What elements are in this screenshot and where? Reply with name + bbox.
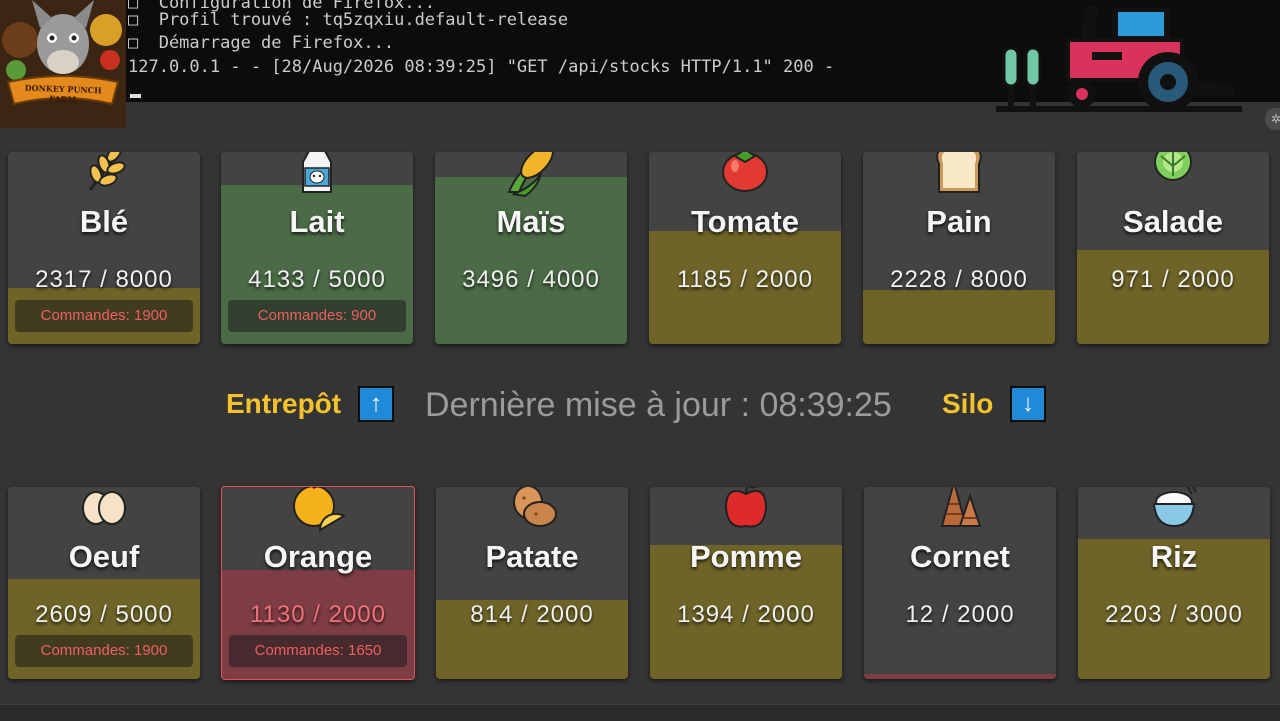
stock-card-ble[interactable]: Blé 2317 / 8000 Commandes: 1900	[8, 152, 200, 344]
egg-icon	[82, 491, 126, 525]
stock-quantity: 2317 / 8000	[35, 266, 173, 293]
bottom-bar	[0, 704, 1280, 721]
stock-quantity: 12 / 2000	[905, 601, 1015, 628]
stock-quantity: 3496 / 4000	[462, 266, 600, 293]
product-name: Cornet	[910, 539, 1010, 574]
bread-icon	[936, 152, 982, 193]
product-name: Pomme	[690, 539, 802, 574]
stock-card-patate[interactable]: Patate 814 / 2000	[436, 487, 628, 679]
stock-quantity: 1185 / 2000	[676, 266, 813, 293]
tomato-icon	[722, 152, 768, 192]
stock-level-bar	[435, 176, 627, 344]
stock-level-bar	[864, 674, 1056, 679]
donkey-logo-icon	[0, 0, 126, 128]
stock-quantity: 2228 / 8000	[890, 266, 1028, 293]
stock-card-lait[interactable]: Lait 4133 / 5000 Commandes: 900	[221, 152, 413, 344]
stock-card-salade[interactable]: Salade 971 / 2000	[1077, 152, 1269, 344]
orders-badge: Commandes: 1900	[15, 635, 193, 667]
apple-icon	[724, 487, 768, 528]
stock-card-tomate[interactable]: Tomate 1185 / 2000	[649, 152, 841, 344]
product-name: Riz	[1150, 539, 1198, 574]
stock-card-orange[interactable]: Orange 1130 / 2000 Commandes: 1650	[221, 486, 415, 680]
stock-quantity: 2203 / 3000	[1105, 601, 1243, 628]
product-name: Oeuf	[68, 539, 140, 574]
terminal-line: □ Profil trouvé : tq5zqxiu.default-relea…	[128, 10, 569, 30]
product-name: Salade	[1123, 204, 1223, 239]
stock-card-cornet[interactable]: Cornet 12 / 2000	[864, 487, 1056, 679]
orders-badge: Commandes: 900	[228, 300, 406, 332]
stock-quantity: 2609 / 5000	[35, 601, 173, 628]
corn-icon	[507, 152, 554, 198]
stock-card-pain[interactable]: Pain 2228 / 8000	[863, 152, 1055, 344]
stock-level-bar	[863, 290, 1055, 344]
orange-icon	[293, 487, 346, 532]
stock-card-oeuf[interactable]: Oeuf 2609 / 5000 Commandes: 1900	[8, 487, 200, 679]
silo-down-button[interactable]: ↓	[1010, 386, 1046, 422]
entrepot-up-button[interactable]: ↑	[358, 386, 394, 422]
stock-card-pomme[interactable]: Pomme 1394 / 2000	[650, 487, 842, 679]
orders-badge: Commandes: 1650	[229, 635, 407, 667]
stock-quantity: 971 / 2000	[1111, 266, 1235, 293]
scroll-button[interactable]: ✲	[1265, 108, 1280, 130]
product-name: Tomate	[691, 204, 799, 239]
stock-quantity: 1130 / 2000	[249, 601, 386, 628]
product-name: Blé	[79, 204, 129, 239]
last-update-text: Dernière mise à jour : 08:39:25	[425, 386, 892, 424]
cornet-icon	[940, 487, 982, 527]
terminal-line: 127.0.0.1 - - [28/Aug/2026 08:39:25] "GE…	[128, 57, 835, 77]
stock-quantity: 1394 / 2000	[677, 601, 815, 628]
stock-quantity: 4133 / 5000	[248, 266, 386, 293]
stock-quantity: 814 / 2000	[470, 601, 594, 628]
silo-label: Silo	[942, 388, 994, 419]
stock-card-mais[interactable]: Maïs 3496 / 4000	[435, 152, 627, 344]
stock-level-bar	[1077, 249, 1269, 344]
product-name: Pain	[926, 204, 992, 239]
orders-badge: Commandes: 1900	[15, 300, 193, 332]
milk-bottle-icon	[302, 152, 332, 193]
transfer-bar: Entrepôt ↑ Dernière mise à jour : 08:39:…	[0, 380, 1280, 432]
logo-text: DONKEY PUNCH FARM	[24, 82, 102, 105]
product-name: Orange	[263, 539, 373, 574]
rice-bowl-icon	[1152, 487, 1197, 528]
terminal-line: □ Démarrage de Firefox...	[128, 33, 395, 53]
product-name: Lait	[289, 204, 345, 239]
product-name: Maïs	[496, 204, 566, 239]
stock-card-riz[interactable]: Riz 2203 / 3000	[1078, 487, 1270, 679]
terminal-cursor	[130, 94, 141, 98]
product-name: Patate	[485, 539, 579, 574]
farm-logo: DONKEY PUNCH FARM	[0, 0, 126, 128]
entrepot-label: Entrepôt	[226, 388, 342, 419]
wheat-icon	[88, 152, 126, 191]
potato-icon	[513, 487, 557, 527]
lettuce-icon	[1154, 152, 1192, 181]
tractor-icon	[996, 6, 1242, 112]
